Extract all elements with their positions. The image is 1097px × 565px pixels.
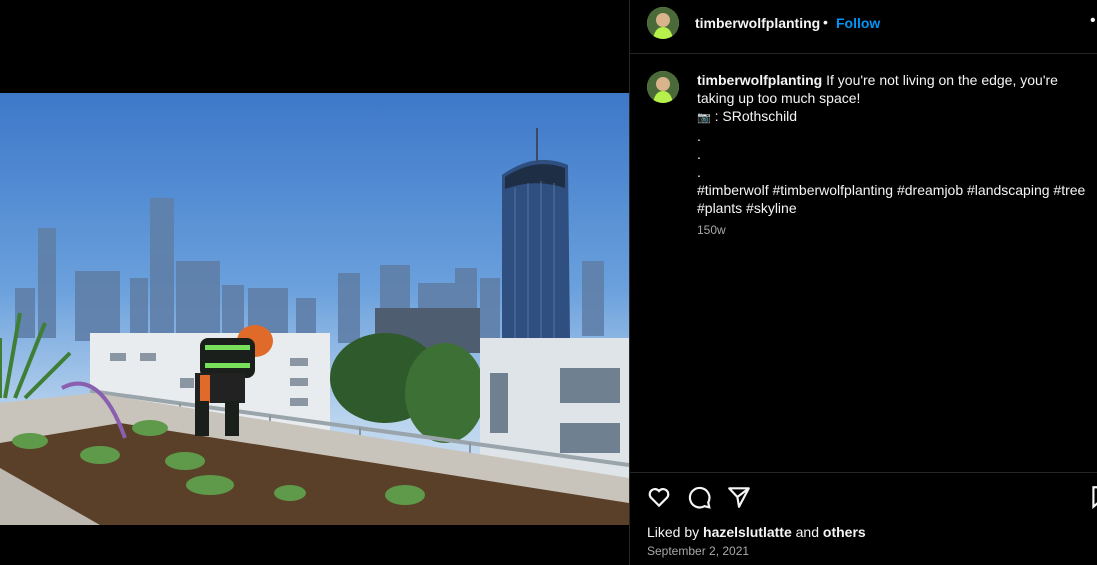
post-username[interactable]: timberwolfplanting (695, 15, 820, 31)
likes-joiner: and (795, 524, 819, 540)
comment-icon[interactable] (686, 484, 712, 510)
separator-dot: • (823, 14, 828, 30)
share-icon[interactable] (726, 484, 752, 510)
caption-avatar[interactable] (647, 71, 679, 103)
post-side-panel: timberwolfplanting • Follow • timberwolf… (629, 0, 1097, 565)
bookmark-icon[interactable] (1088, 484, 1097, 510)
avatar-image (647, 7, 679, 39)
likes-others-link[interactable]: others (823, 524, 866, 540)
caption-dot: . (697, 146, 701, 162)
action-bar (630, 472, 1097, 517)
post-header: timberwolfplanting • Follow • (630, 0, 1097, 54)
more-options-icon[interactable]: • (1090, 12, 1097, 30)
post-age: 150w (697, 223, 726, 237)
caption-dot: . (697, 128, 701, 144)
avatar-image (647, 71, 679, 103)
caption-username[interactable]: timberwolfplanting (697, 72, 822, 88)
post-photo[interactable] (0, 93, 629, 525)
post-caption: timberwolfplanting If you're not living … (697, 71, 1097, 217)
photo-credit: : SRothschild (714, 108, 798, 124)
post-date: September 2, 2021 (647, 544, 750, 558)
avatar[interactable] (647, 7, 679, 39)
caption-dot: . (697, 164, 701, 180)
follow-button[interactable]: Follow (836, 15, 880, 31)
hashtags[interactable]: #timberwolf #timberwolfplanting #dreamjo… (697, 181, 1097, 217)
rooftop-skyline-image (0, 128, 629, 525)
likes-prefix: Liked by (647, 524, 700, 540)
camera-icon: 📷 (697, 112, 711, 124)
likes-summary: Liked by hazelslutlatte and others (647, 524, 866, 540)
liked-by-user[interactable]: hazelslutlatte (703, 524, 792, 540)
heart-icon[interactable] (646, 484, 672, 510)
